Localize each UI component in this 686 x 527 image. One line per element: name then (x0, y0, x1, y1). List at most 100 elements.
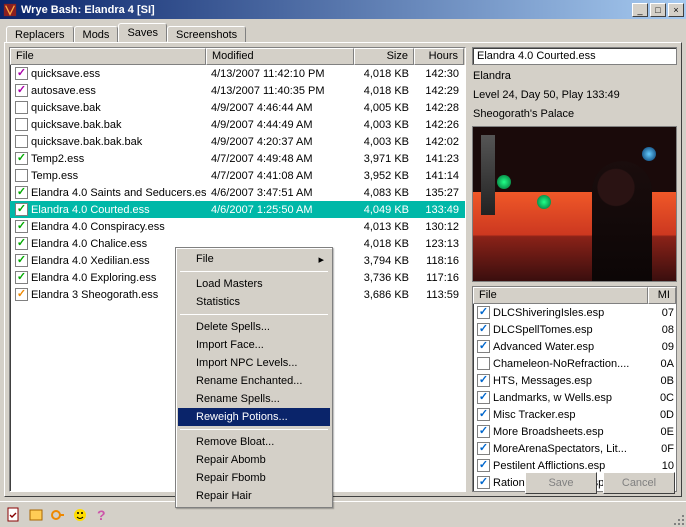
master-row[interactable]: Landmarks, w Wells.esp0C (473, 389, 676, 406)
detail-line2: Level 24, Day 50, Play 133:49 (472, 88, 677, 103)
save-size: 4,003 KB (354, 119, 414, 131)
save-hours: 113:59 (414, 289, 464, 301)
master-row[interactable]: More Broadsheets.esp0E (473, 423, 676, 440)
minimize-button[interactable]: _ (632, 3, 648, 17)
close-button[interactable]: × (668, 3, 684, 17)
doc-check-icon[interactable] (6, 507, 22, 523)
menu-item-repair-fbomb[interactable]: Repair Fbomb (178, 469, 330, 487)
menu-item-delete-spells[interactable]: Delete Spells... (178, 318, 330, 336)
maximize-button[interactable]: □ (650, 3, 666, 17)
menu-item-statistics[interactable]: Statistics (178, 293, 330, 311)
tab-replacers[interactable]: Replacers (6, 26, 74, 43)
tab-screenshots[interactable]: Screenshots (167, 26, 246, 43)
save-row[interactable]: Temp2.ess 4/7/2007 4:49:48 AM3,971 KB141:… (10, 150, 465, 167)
mcol-mi[interactable]: MI (648, 287, 676, 304)
save-filename: Elandra 4.0 Chalice.ess (31, 238, 147, 250)
master-row[interactable]: MoreArenaSpectators, Lit...0F (473, 440, 676, 457)
tab-saves[interactable]: Saves (118, 23, 167, 42)
context-menu[interactable]: File Load MastersStatistics Delete Spells.… (175, 247, 333, 508)
save-hours: 130:12 (414, 221, 464, 233)
master-index: 08 (652, 324, 676, 336)
save-row[interactable]: quicksave.ess4/13/2007 11:42:10 PM4,018 … (10, 65, 465, 82)
keyring-icon[interactable] (50, 507, 66, 523)
master-row[interactable]: Advanced Water.esp 09 (473, 338, 676, 355)
master-index: 10 (652, 460, 676, 472)
master-index: 0E (652, 426, 676, 438)
master-row[interactable]: Chameleon-NoRefraction....0A (473, 355, 676, 372)
save-size: 3,736 KB (354, 272, 414, 284)
col-file[interactable]: File (10, 48, 206, 65)
resize-grip[interactable] (670, 511, 684, 525)
save-screenshot (472, 126, 677, 282)
master-row[interactable]: DLCShiveringIsles.esp07 (473, 304, 676, 321)
state-icon (15, 237, 28, 250)
save-row[interactable]: Elandra 4.0 Courted.ess4/6/2007 1:25:50 … (10, 201, 465, 218)
save-size: 3,686 KB (354, 289, 414, 301)
master-index: 0F (652, 443, 676, 455)
save-filename: Temp.ess (31, 170, 78, 182)
save-hours: 117:16 (414, 272, 464, 284)
save-hours: 123:13 (414, 238, 464, 250)
save-row[interactable]: Temp.ess4/7/2007 4:41:08 AM3,952 KB141:1… (10, 167, 465, 184)
save-size: 4,049 KB (354, 204, 414, 216)
face-icon[interactable] (72, 507, 88, 523)
menu-separator (180, 314, 328, 315)
cancel-button[interactable]: Cancel (603, 472, 675, 494)
master-row[interactable]: HTS, Messages.esp0B (473, 372, 676, 389)
mcol-file[interactable]: File (473, 287, 648, 304)
master-index: 07 (652, 307, 676, 319)
tab-mods[interactable]: Mods (74, 26, 119, 43)
help-icon[interactable]: ? (94, 507, 110, 523)
master-filename: Advanced Water.esp (493, 341, 594, 353)
state-icon (15, 271, 28, 284)
state-icon (15, 288, 28, 301)
menu-item-remove-bloat[interactable]: Remove Bloat... (178, 433, 330, 451)
menu-item-load-masters[interactable]: Load Masters (178, 275, 330, 293)
col-hours[interactable]: Hours (414, 48, 464, 65)
save-filename: Temp2.ess (31, 153, 84, 165)
master-index: 09 (652, 341, 676, 353)
save-hours: 142:29 (414, 85, 464, 97)
save-row[interactable]: quicksave.bak.bak.bak4/9/2007 4:20:37 AM… (10, 133, 465, 150)
save-row[interactable]: quicksave.bak.bak4/9/2007 4:44:49 AM4,00… (10, 116, 465, 133)
book-icon[interactable] (28, 507, 44, 523)
master-index: 0B (652, 375, 676, 387)
save-row[interactable]: Elandra 4.0 Conspiracy.ess4,013 KB130:12 (10, 218, 465, 235)
menu-item-import-face[interactable]: Import Face... (178, 336, 330, 354)
master-filename: Chameleon-NoRefraction.... (493, 358, 629, 370)
save-modified: 4/6/2007 3:47:51 AM (206, 187, 354, 199)
menu-item-import-npc-levels[interactable]: Import NPC Levels... (178, 354, 330, 372)
save-filename: Elandra 4.0 Conspiracy.ess (31, 221, 165, 233)
master-check-icon (477, 391, 490, 404)
menu-item-rename-spells[interactable]: Rename Spells... (178, 390, 330, 408)
menu-item-reweigh-potions[interactable]: Reweigh Potions... (178, 408, 330, 426)
master-row[interactable]: Misc Tracker.esp0D (473, 406, 676, 423)
state-icon (15, 203, 28, 216)
app-icon (2, 2, 18, 18)
master-check-icon (477, 476, 490, 489)
save-button[interactable]: Save (525, 472, 597, 494)
save-row[interactable]: autosave.ess4/13/2007 11:40:35 PM4,018 K… (10, 82, 465, 99)
save-row[interactable]: quicksave.bak4/9/2007 4:46:44 AM4,005 KB… (10, 99, 465, 116)
save-row[interactable]: Elandra 4.0 Saints and Seducers.ess4/6/2… (10, 184, 465, 201)
master-check-icon (477, 306, 490, 319)
save-modified: 4/7/2007 4:49:48 AM (206, 153, 354, 165)
master-check-icon (477, 425, 490, 438)
detail-title[interactable]: Elandra 4.0 Courted.ess (472, 47, 677, 65)
col-size[interactable]: Size (354, 48, 414, 65)
save-modified: 4/9/2007 4:44:49 AM (206, 119, 354, 131)
master-index: 0D (652, 409, 676, 421)
save-modified: 4/6/2007 1:25:50 AM (206, 204, 354, 216)
saves-header[interactable]: File Modified Size Hours (10, 48, 465, 65)
col-modified[interactable]: Modified (206, 48, 354, 65)
master-row[interactable]: DLCSpellTomes.esp08 (473, 321, 676, 338)
menu-item-repair-hair[interactable]: Repair Hair (178, 487, 330, 505)
menu-item-file[interactable]: File (178, 250, 330, 268)
save-size: 3,971 KB (354, 153, 414, 165)
master-filename: Landmarks, w Wells.esp (493, 392, 612, 404)
masters-list[interactable]: File MI DLCShiveringIsles.esp07DLCSpellT… (472, 286, 677, 492)
menu-item-rename-enchanted[interactable]: Rename Enchanted... (178, 372, 330, 390)
save-hours: 141:23 (414, 153, 464, 165)
menu-item-repair-abomb[interactable]: Repair Abomb (178, 451, 330, 469)
save-size: 4,018 KB (354, 238, 414, 250)
